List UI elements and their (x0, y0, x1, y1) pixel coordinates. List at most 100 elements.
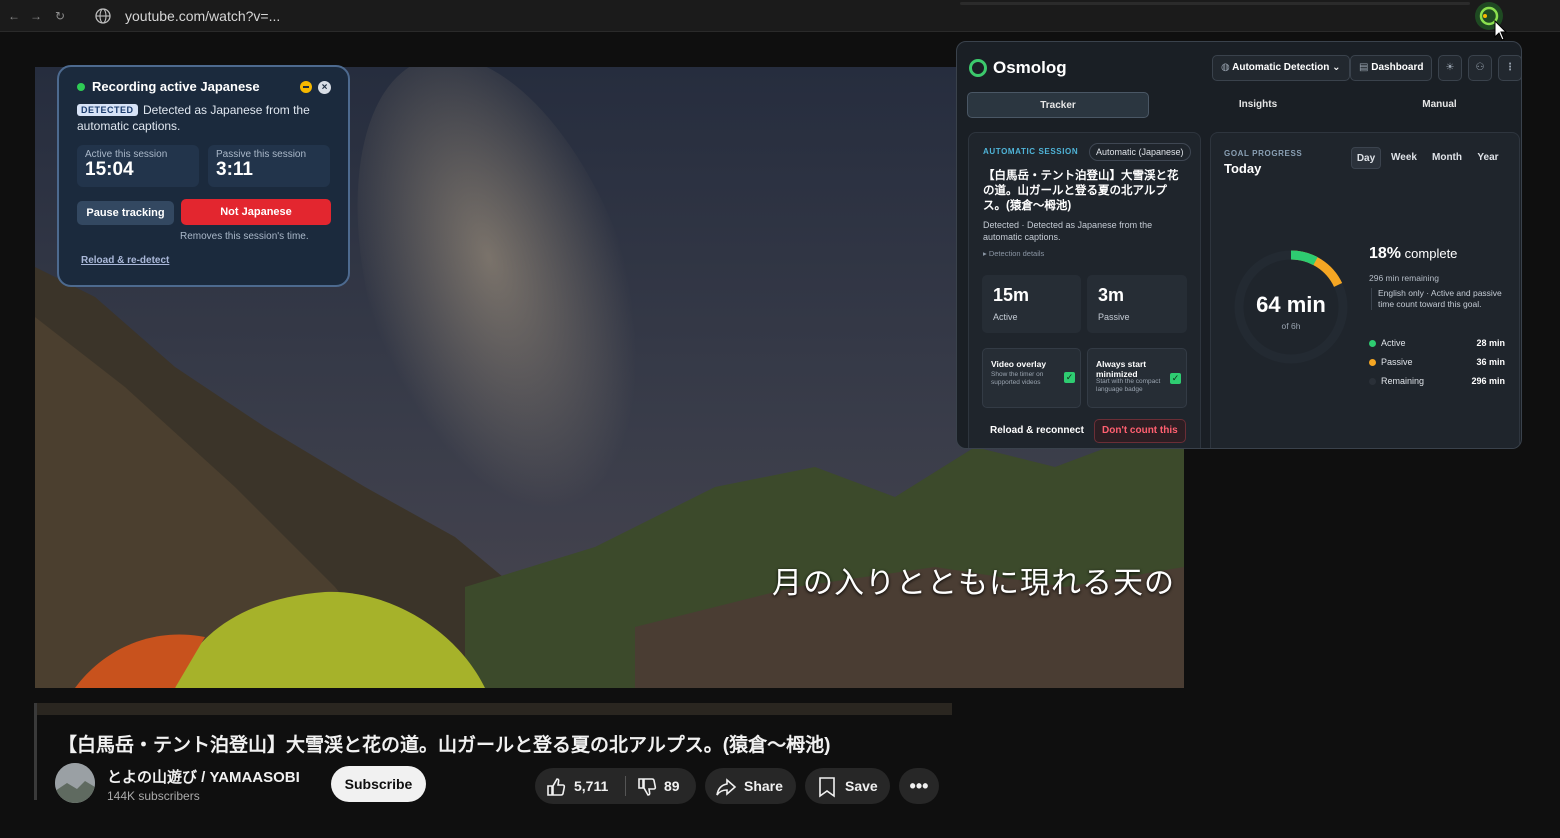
theme-icon[interactable]: ☀ (1438, 55, 1462, 81)
save-button[interactable]: Save (805, 768, 890, 804)
video-progress-bar[interactable] (35, 703, 952, 715)
start-minimized-option[interactable]: Always start minimized Start with the co… (1087, 348, 1187, 408)
dont-count-button[interactable]: Don't count this (1094, 419, 1186, 443)
start-minimized-title: Always start minimized (1096, 359, 1147, 379)
tab-insights[interactable]: Insights (1167, 92, 1349, 118)
tab-tracker[interactable]: Tracker (967, 92, 1149, 118)
reload-redetect-link[interactable]: Reload & re-detect (81, 255, 169, 266)
dashboard-icon: ▤ (1359, 62, 1372, 73)
globe-icon: ◍ (1221, 62, 1233, 73)
start-minimized-checkbox[interactable]: ✓ (1170, 373, 1181, 384)
bookmark-icon (819, 777, 835, 798)
goal-progress-label: GOAL PROGRESS (1224, 149, 1303, 158)
share-icon (716, 778, 737, 796)
reload-reconnect-button[interactable]: Reload & reconnect (990, 425, 1084, 436)
passive-session-value: 3:11 (216, 159, 253, 180)
active-session-value: 15:04 (85, 159, 134, 180)
session-passive-stat: 3m Passive (1087, 275, 1187, 333)
goal-percent: 18% complete (1369, 245, 1457, 263)
range-tab-month[interactable]: Month (1427, 147, 1467, 169)
active-dot-icon (1369, 340, 1376, 347)
mouse-cursor-icon (1494, 20, 1508, 41)
dashboard-button[interactable]: ▤ Dashboard (1350, 55, 1433, 81)
channel-name[interactable]: とよの山遊び / YAMAASOBI (107, 766, 300, 787)
session-passive-label: Passive (1098, 312, 1130, 322)
detected-badge: DETECTED (77, 104, 138, 116)
browser-toolbar: ← → ↻ youtube.com/watch?v=... (0, 0, 1560, 41)
session-active-label: Active (993, 312, 1018, 322)
goal-progress-card: GOAL PROGRESS Today Day Week Month Year … (1210, 132, 1520, 448)
detection-details-toggle[interactable]: ▸ Detection details (983, 249, 1044, 258)
legend-active: Active 28 min (1369, 338, 1505, 350)
goal-target: of 6h (1281, 321, 1301, 331)
session-active-stat: 15m Active (982, 275, 1081, 333)
goal-percent-suffix: complete (1404, 246, 1458, 261)
legend-remaining-value: 296 min (1471, 376, 1505, 386)
back-icon[interactable]: ← (6, 8, 22, 24)
subscribe-button[interactable]: Subscribe (331, 766, 426, 802)
passive-dot-icon (1369, 359, 1376, 366)
video-overlay-desc: Show the timer on supported videos (991, 371, 1044, 386)
active-session-stat: Active this session 15:04 (77, 145, 199, 187)
address-bar[interactable]: youtube.com/watch?v=... (125, 8, 280, 24)
video-overlay-title: Video overlay (991, 359, 1047, 369)
brand-name: Osmolog (993, 58, 1067, 77)
video-overlay-checkbox[interactable]: ✓ (1064, 372, 1075, 383)
detection-mode-label: Automatic Detection (1232, 62, 1330, 73)
legend-remaining: Remaining 296 min (1369, 376, 1505, 388)
close-icon[interactable]: × (318, 81, 331, 94)
goal-note: English only · Active and passive time c… (1371, 288, 1511, 310)
tab-strip (960, 2, 1470, 5)
removes-time-note: Removes this session's time. (180, 231, 309, 242)
session-video-title: 【白馬岳・テント泊登山】大雪渓と花の道。山ガールと登る夏の北アルプス。(猿倉〜栂… (983, 170, 1179, 212)
minimize-icon[interactable] (300, 81, 312, 93)
not-japanese-button[interactable]: Not Japanese (181, 199, 331, 225)
legend-passive-value: 36 min (1476, 357, 1505, 367)
goal-remaining-text: 296 min remaining (1369, 273, 1439, 283)
session-label: AUTOMATIC SESSION (983, 147, 1079, 156)
legend-remaining-name: Remaining (1381, 376, 1425, 386)
thumbs-down-icon[interactable] (636, 776, 658, 798)
reload-icon[interactable]: ↻ (52, 8, 68, 24)
panel-tabs: Tracker Insights Manual (967, 92, 1513, 118)
osmolog-logo-icon (969, 59, 987, 77)
thumbs-up-icon[interactable] (545, 776, 567, 798)
video-title: 【白馬岳・テント泊登山】大雪渓と花の道。山ガールと登る夏の北アルプス。(猿倉〜栂… (58, 735, 831, 756)
dashboard-label: Dashboard (1371, 62, 1424, 73)
pause-tracking-button[interactable]: Pause tracking (77, 201, 174, 225)
osmolog-popup: Osmolog ◍ Automatic Detection ⌄ ▤ Dashbo… (956, 41, 1522, 449)
channel-avatar[interactable] (55, 763, 95, 803)
detection-mode-dropdown[interactable]: ◍ Automatic Detection ⌄ (1212, 55, 1350, 81)
session-passive-value: 3m (1098, 285, 1125, 305)
start-minimized-desc: Start with the compact language badge (1096, 378, 1161, 393)
like-count[interactable]: 5,711 (574, 768, 608, 804)
automatic-session-card: AUTOMATIC SESSION Automatic (Japanese) 【… (968, 132, 1201, 448)
more-menu-icon[interactable]: ⋮ (1498, 55, 1521, 81)
channel-subscribers: 144K subscribers (107, 789, 200, 803)
legend-passive-name: Passive (1381, 357, 1413, 367)
goal-percent-value: 18% (1369, 245, 1402, 262)
passive-session-stat: Passive this session 3:11 (208, 145, 330, 187)
tab-manual[interactable]: Manual (1347, 92, 1521, 118)
share-label: Share (744, 778, 783, 794)
remaining-dot-icon (1369, 378, 1376, 385)
session-active-value: 15m (993, 285, 1030, 305)
video-overlay-option[interactable]: Video overlay Show the timer on supporte… (982, 348, 1081, 408)
more-actions-icon[interactable]: ••• (899, 768, 939, 804)
goal-period: Today (1224, 161, 1262, 176)
goal-total-value: 64 min (1256, 292, 1326, 317)
save-label: Save (845, 778, 878, 794)
forward-icon[interactable]: → (28, 8, 44, 24)
overlay-title: Recording active Japanese (92, 79, 260, 94)
range-tab-day[interactable]: Day (1351, 147, 1381, 169)
range-tab-week[interactable]: Week (1386, 147, 1422, 169)
share-button[interactable]: Share (705, 768, 796, 804)
description-accent-bar (34, 703, 37, 800)
session-language-pill: Automatic (Japanese) (1089, 143, 1191, 161)
legend-active-name: Active (1381, 338, 1406, 348)
recording-dot-icon (77, 83, 85, 91)
session-detected-text: Detected · Detected as Japanese from the… (983, 220, 1153, 242)
account-icon[interactable]: ⚇ (1468, 55, 1492, 81)
legend-active-value: 28 min (1476, 338, 1505, 348)
range-tab-year[interactable]: Year (1472, 147, 1504, 169)
